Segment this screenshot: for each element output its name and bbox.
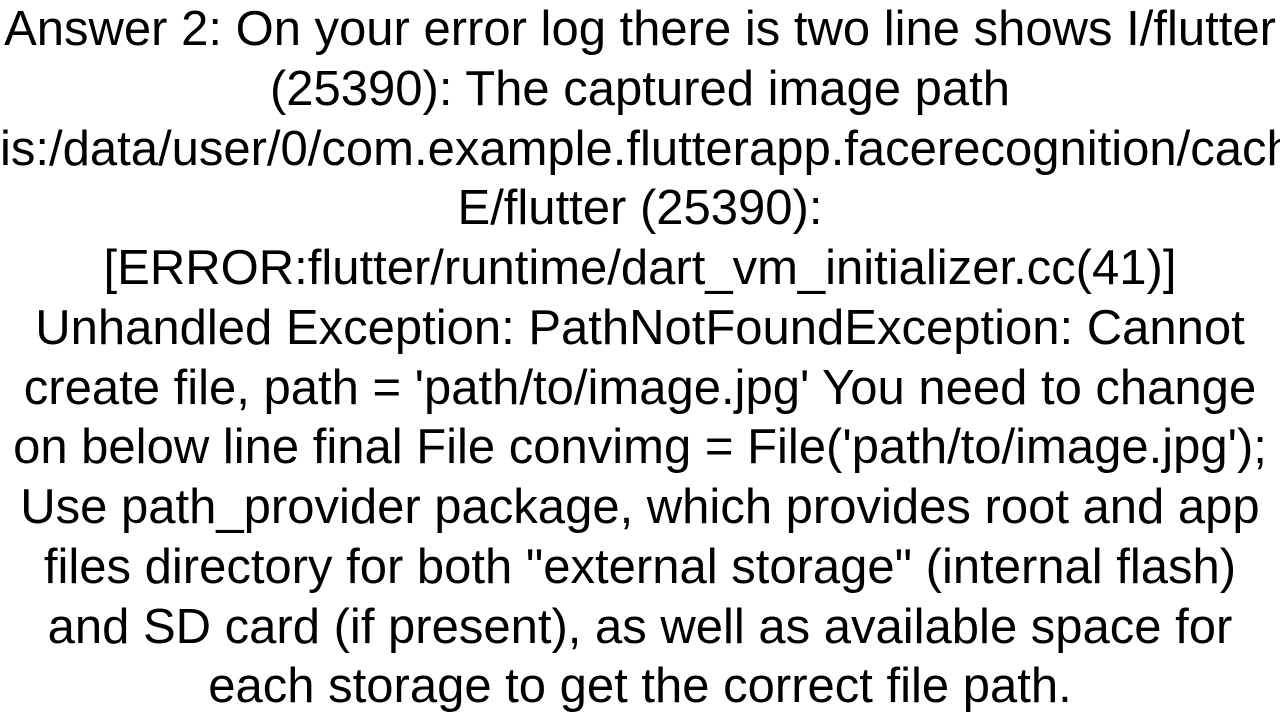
answer-text-block: Answer 2: On your error log there is two… [0,0,1280,720]
